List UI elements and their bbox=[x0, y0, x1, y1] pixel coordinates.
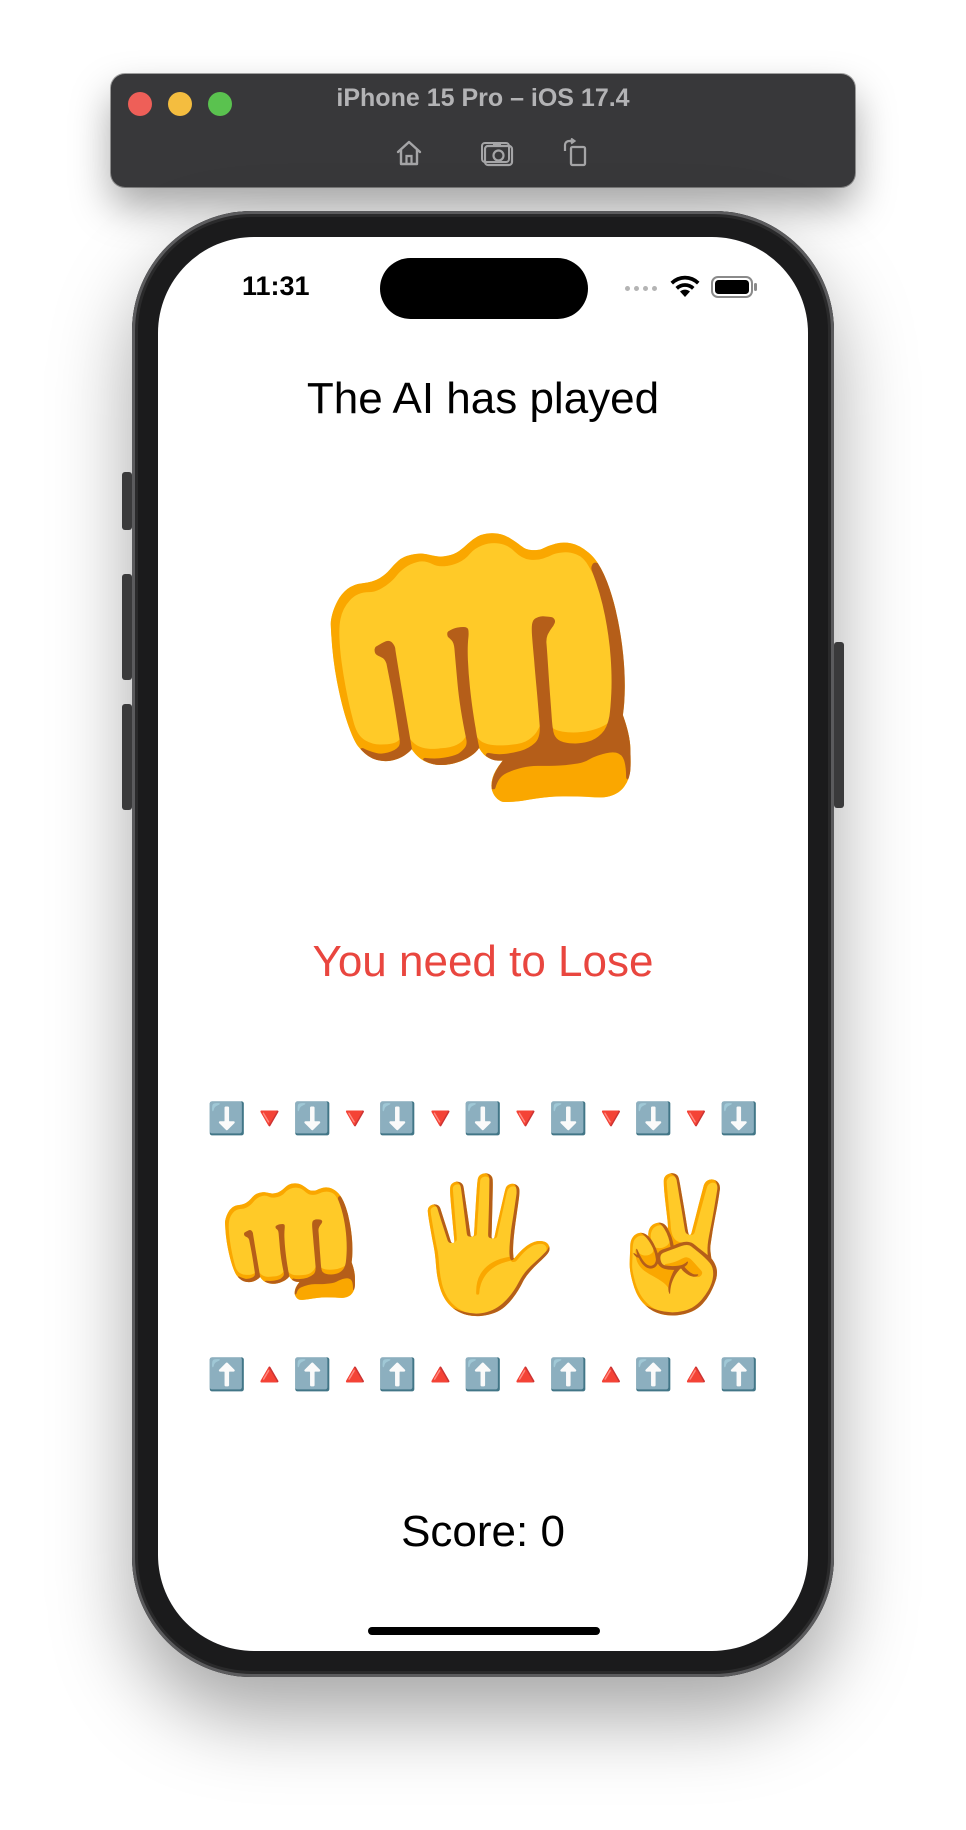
status-time: 11:31 bbox=[242, 271, 310, 301]
down-arrow-icon: 🔻 bbox=[591, 1101, 631, 1136]
scissors-choice-button[interactable]: ✌️ bbox=[590, 1159, 760, 1329]
battery-icon bbox=[711, 276, 757, 298]
rotate-icon bbox=[563, 138, 587, 167]
down-arrow-icon: ⬇️ bbox=[207, 1101, 247, 1136]
choice-row: 👊 🖐️ ✌️ bbox=[206, 1159, 760, 1329]
dynamic-island bbox=[380, 258, 588, 319]
down-arrow-icon: 🔻 bbox=[335, 1101, 375, 1136]
up-arrow-icon: ⬆️ bbox=[634, 1357, 673, 1392]
up-arrow-icon: 🔺 bbox=[250, 1357, 289, 1392]
down-arrow-icon: ⬇️ bbox=[293, 1101, 332, 1136]
status-icons bbox=[625, 273, 765, 301]
volume-up-button[interactable] bbox=[122, 574, 132, 680]
up-arrow-icon: ⬆️ bbox=[207, 1357, 247, 1392]
phone-screen: 11:31 The AI has played 👊 You need to Lo… bbox=[158, 237, 808, 1651]
home-button[interactable] bbox=[391, 136, 427, 170]
top-arrow-row: ⬇️ 🔻 ⬇️ 🔻 ⬇️ 🔻 ⬇️ 🔻 ⬇️ 🔻 ⬇️ 🔻 ⬇️ bbox=[206, 1098, 760, 1140]
screenshot-button[interactable] bbox=[480, 136, 516, 170]
down-arrow-icon: 🔻 bbox=[250, 1101, 289, 1136]
up-arrow-icon: 🔺 bbox=[591, 1357, 631, 1392]
down-arrow-icon: ⬇️ bbox=[378, 1101, 417, 1136]
cellular-dots-icon bbox=[625, 286, 657, 291]
up-arrow-icon: ⬆️ bbox=[548, 1357, 588, 1392]
score-label: Score: 0 bbox=[401, 1507, 565, 1556]
up-arrow-icon: ⬆️ bbox=[463, 1357, 503, 1392]
paper-choice-button[interactable]: 🖐️ bbox=[398, 1159, 568, 1329]
up-arrow-icon: 🔺 bbox=[676, 1357, 716, 1392]
simulator-window: iPhone 15 Pro – iOS 17.4 11:31 The AI ha… bbox=[0, 0, 966, 1830]
volume-down-button[interactable] bbox=[122, 704, 132, 810]
up-arrow-icon: 🔺 bbox=[335, 1357, 375, 1392]
home-indicator[interactable] bbox=[368, 1627, 600, 1635]
up-arrow-icon: 🔺 bbox=[420, 1357, 460, 1392]
down-arrow-icon: 🔻 bbox=[506, 1101, 545, 1136]
up-arrow-icon: ⬆️ bbox=[293, 1357, 332, 1392]
action-button[interactable] bbox=[122, 472, 132, 530]
down-arrow-icon: 🔻 bbox=[420, 1101, 460, 1136]
rock-choice-button[interactable]: 👊 bbox=[206, 1159, 376, 1329]
down-arrow-icon: 🔻 bbox=[676, 1101, 716, 1136]
down-arrow-icon: ⬇️ bbox=[719, 1101, 759, 1136]
home-icon bbox=[396, 140, 422, 166]
page-title: The AI has played bbox=[306, 374, 660, 423]
bottom-arrow-row: ⬆️ 🔺 ⬆️ 🔺 ⬆️ 🔺 ⬆️ 🔺 ⬆️ 🔺 ⬆️ 🔺 ⬆️ bbox=[206, 1354, 760, 1396]
instruction-text: You need to Lose bbox=[312, 937, 654, 986]
screenshot-icon bbox=[481, 142, 514, 167]
wifi-icon bbox=[670, 275, 700, 297]
up-arrow-icon: 🔺 bbox=[506, 1357, 545, 1392]
down-arrow-icon: ⬇️ bbox=[634, 1101, 673, 1136]
side-button[interactable] bbox=[834, 642, 844, 808]
down-arrow-icon: ⬇️ bbox=[548, 1101, 588, 1136]
down-arrow-icon: ⬇️ bbox=[463, 1101, 503, 1136]
rotate-button[interactable] bbox=[558, 136, 594, 170]
ai-move-emoji: 👊 bbox=[296, 505, 670, 841]
up-arrow-icon: ⬆️ bbox=[378, 1357, 417, 1392]
up-arrow-icon: ⬆️ bbox=[719, 1357, 759, 1392]
simulator-title: iPhone 15 Pro – iOS 17.4 bbox=[336, 84, 630, 112]
